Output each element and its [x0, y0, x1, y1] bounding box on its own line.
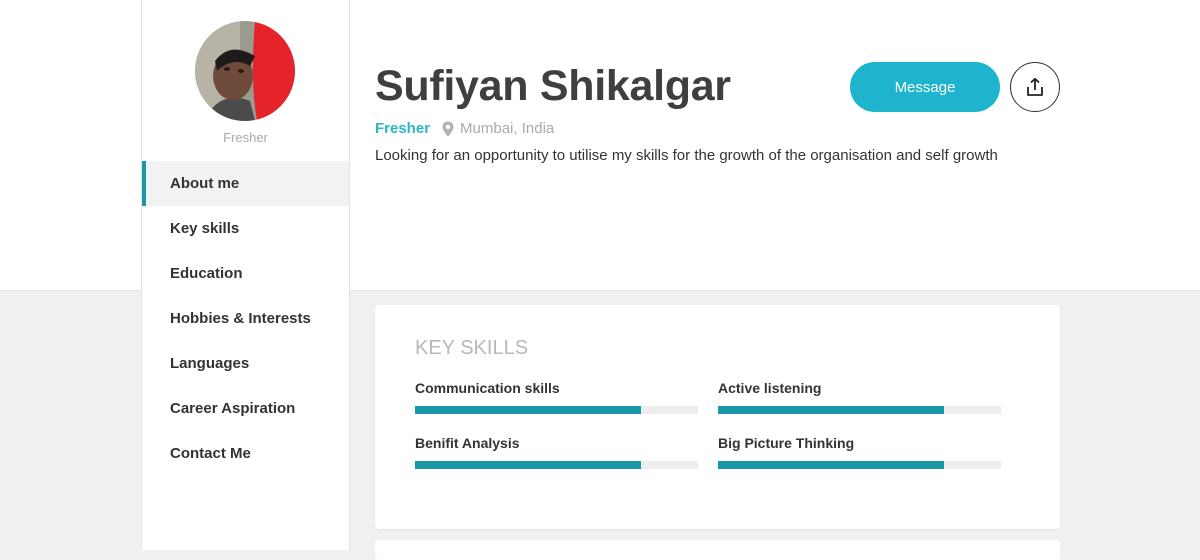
skill-level-bar [718, 406, 1001, 414]
skill-level-bar [415, 461, 698, 469]
skill-item: Benifit Analysis [415, 434, 698, 469]
sidebar-item-career-aspiration[interactable]: Career Aspiration [142, 386, 349, 431]
skill-item: Active listening [718, 379, 1001, 414]
map-pin-icon [442, 121, 454, 137]
skill-level-fill [718, 461, 945, 469]
skill-name: Active listening [718, 380, 822, 396]
avatar-caption: Fresher [223, 130, 268, 145]
skill-level-fill [415, 406, 642, 414]
profile-name: Sufiyan Shikalgar [375, 62, 731, 110]
sidebar-item-contact-me[interactable]: Contact Me [142, 431, 349, 476]
profile-summary: Looking for an opportunity to utilise my… [375, 147, 998, 164]
message-button[interactable]: Message [850, 62, 1000, 112]
sidebar-nav: About me Key skills Education Hobbies & … [142, 161, 349, 476]
skill-item: Big Picture Thinking [718, 434, 1001, 469]
share-button[interactable] [1010, 62, 1060, 112]
skill-level-fill [415, 461, 642, 469]
skill-item: Communication skills [415, 379, 698, 414]
skill-level-bar [415, 406, 698, 414]
next-section-card [375, 540, 1060, 560]
share-upload-icon [1025, 77, 1045, 97]
skill-name: Big Picture Thinking [718, 435, 855, 451]
section-title: KEY SKILLS [415, 337, 529, 359]
skill-level-bar [718, 461, 1001, 469]
sidebar-item-hobbies-interests[interactable]: Hobbies & Interests [142, 296, 349, 341]
sidebar-item-about-me[interactable]: About me [142, 161, 349, 206]
location-text: Mumbai, India [460, 120, 555, 137]
avatar [195, 21, 295, 121]
status-tag: Fresher [375, 120, 431, 137]
skill-level-fill [718, 406, 945, 414]
sidebar-item-languages[interactable]: Languages [142, 341, 349, 386]
sidebar-item-key-skills[interactable]: Key skills [142, 206, 349, 251]
skill-name: Communication skills [415, 380, 560, 396]
sidebar-item-education[interactable]: Education [142, 251, 349, 296]
key-skills-card: KEY SKILLS Communication skills Active l… [375, 305, 1060, 529]
skill-name: Benifit Analysis [415, 435, 520, 451]
profile-meta: Fresher Mumbai, India [375, 120, 554, 137]
sidebar: Fresher About me Key skills Education Ho… [141, 0, 350, 550]
